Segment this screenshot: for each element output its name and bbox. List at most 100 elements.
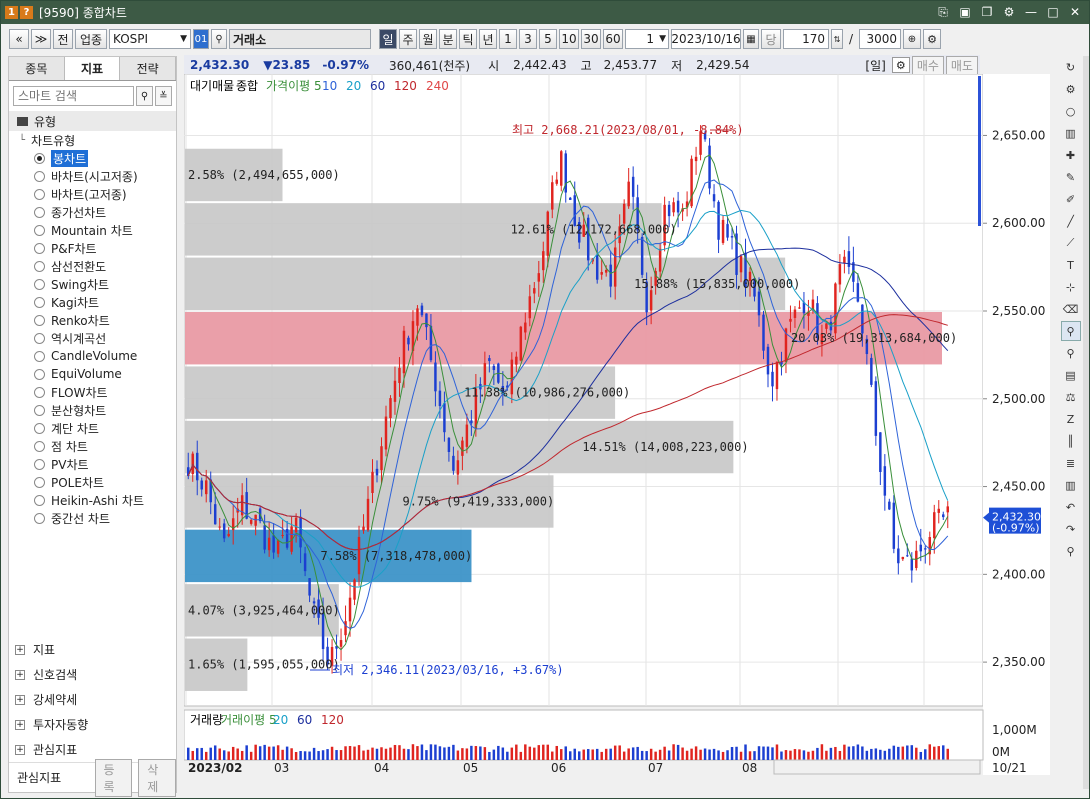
radio-icon[interactable] (34, 314, 45, 326)
help-badge[interactable]: ? (20, 6, 33, 19)
radio-icon[interactable] (34, 512, 45, 524)
period-month-button[interactable]: 월 (419, 29, 437, 49)
code-badge[interactable]: 01 (193, 29, 209, 49)
radio-icon[interactable] (34, 278, 45, 290)
radio-icon[interactable] (34, 368, 45, 380)
chart-type-item[interactable]: 바차트(고저종) (19, 185, 176, 203)
count-30-button[interactable]: 30 (581, 29, 601, 49)
chart-type-item[interactable]: FLOW차트 (19, 383, 176, 401)
expand-icon[interactable]: + (15, 669, 25, 680)
chart-type-item[interactable]: 중간선 차트 (19, 509, 176, 527)
chart-type-item[interactable]: 점 차트 (19, 437, 176, 455)
zoom-in-icon[interactable]: ⊕ (903, 29, 921, 49)
chart-type-item[interactable]: 삼선전환도 (19, 257, 176, 275)
chart-type-item[interactable]: 종가선차트 (19, 203, 176, 221)
crosshair-icon[interactable]: ✚ (1061, 145, 1081, 165)
bottom-section-item[interactable]: + 강세약세 (9, 687, 176, 712)
radio-icon[interactable] (34, 332, 45, 344)
radio-icon[interactable] (34, 152, 45, 164)
chart-icon[interactable]: ▤ (1061, 365, 1081, 385)
chart-type-item[interactable]: 바차트(시고저종) (19, 167, 176, 185)
undo-icon[interactable]: ↶ (1061, 497, 1081, 517)
tab-stocks[interactable]: 종목 (9, 57, 65, 80)
zoom-icon[interactable]: ⚲ (1061, 343, 1081, 363)
vertical-lines-icon[interactable]: ║ (1061, 431, 1081, 451)
type-section-header[interactable]: 유형 (9, 111, 176, 131)
tab-indicators[interactable]: 지표 (64, 57, 121, 80)
all-draw-icon[interactable]: ⊹ (1061, 277, 1081, 297)
gear-icon[interactable]: ⚙ (891, 57, 910, 73)
gear-icon[interactable]: ⚙ (1001, 4, 1017, 20)
radio-icon[interactable] (34, 260, 45, 272)
count-10-button[interactable]: 10 (559, 29, 579, 49)
minimize-icon[interactable]: — (1023, 4, 1039, 20)
chart-type-item[interactable]: PV차트 (19, 455, 176, 473)
bottom-section-item[interactable]: + 지표 (9, 637, 176, 662)
copy-icon[interactable]: ❐ (979, 4, 995, 20)
circle-icon[interactable]: ○ (1061, 101, 1081, 121)
sector-button[interactable]: 업종 (75, 29, 107, 49)
maximize-icon[interactable]: □ (1045, 4, 1061, 20)
count-5-button[interactable]: 5 (539, 29, 557, 49)
chevron-down-icon[interactable]: ≚ (155, 86, 172, 106)
date-input[interactable]: 2023/10/16 (671, 29, 741, 49)
radio-icon[interactable] (34, 206, 45, 218)
price-chart-svg[interactable]: 1.65% (1,595,055,000)4.07% (3,925,464,00… (183, 73, 1050, 775)
expand-icon[interactable]: + (15, 694, 25, 705)
gear-icon[interactable]: ⚙ (1061, 79, 1081, 99)
radio-icon[interactable] (34, 170, 45, 182)
link-icon[interactable]: ⎘ (935, 4, 951, 20)
radio-icon[interactable] (34, 242, 45, 254)
chart-type-item[interactable]: Heikin-Ashi 차트 (19, 491, 176, 509)
chart-type-item[interactable]: 계단 차트 (19, 419, 176, 437)
period-week-button[interactable]: 주 (399, 29, 417, 49)
save-icon[interactable]: ▣ (957, 4, 973, 20)
auto-line-icon[interactable]: ⟋ (1061, 233, 1081, 253)
chart-type-item[interactable]: Swing차트 (19, 275, 176, 293)
register-button[interactable]: 등록 (94, 758, 133, 797)
radio-icon[interactable] (34, 422, 45, 434)
all-button[interactable]: 전 (53, 29, 73, 49)
period-tick-button[interactable]: 틱 (459, 29, 477, 49)
view-count-input[interactable]: 170 (783, 29, 829, 49)
tab-strategy[interactable]: 전략 (120, 57, 177, 80)
stepper-icon[interactable]: ⇅ (831, 29, 843, 49)
bars-icon[interactable]: ▥ (1061, 475, 1081, 495)
pencil-icon[interactable]: ✎ (1061, 167, 1081, 187)
radio-icon[interactable] (34, 458, 45, 470)
chart-scroll-control[interactable] (773, 759, 981, 775)
sell-button[interactable]: 매도 (945, 55, 978, 75)
radio-icon[interactable] (34, 386, 45, 398)
bottom-section-item[interactable]: + 신호검색 (9, 662, 176, 687)
chart-type-item[interactable]: Renko차트 (19, 311, 176, 329)
chart-type-item[interactable]: 분산형차트 (19, 401, 176, 419)
redo-icon[interactable]: ↷ (1061, 519, 1081, 539)
chart-type-item[interactable]: 역시계곡선 (19, 329, 176, 347)
radio-icon[interactable] (34, 494, 45, 506)
z-icon[interactable]: Z (1061, 409, 1081, 429)
chart-type-item[interactable]: EquiVolume (19, 365, 176, 383)
expand-icon[interactable]: + (15, 744, 25, 755)
buy-button[interactable]: 매수 (911, 55, 944, 75)
chart-type-item[interactable]: POLE차트 (19, 473, 176, 491)
interval-spinner[interactable]: 1 ▼ (625, 29, 669, 49)
scale-icon[interactable]: ⚖ (1061, 387, 1081, 407)
radio-icon[interactable] (34, 440, 45, 452)
radio-icon[interactable] (34, 296, 45, 308)
vertical-scrollbar[interactable] (1083, 56, 1089, 789)
radio-icon[interactable] (34, 404, 45, 416)
eraser-icon[interactable]: ⌫ (1061, 299, 1081, 319)
bottom-section-item[interactable]: + 투자자동향 (9, 712, 176, 737)
pen-icon[interactable]: ✐ (1061, 189, 1081, 209)
refresh-icon[interactable]: ↻ (1061, 57, 1081, 77)
calendar-icon[interactable]: ▦ (743, 29, 759, 49)
search-icon[interactable]: ⚲ (211, 29, 227, 49)
count-60-button[interactable]: 60 (603, 29, 623, 49)
radio-icon[interactable] (34, 350, 45, 362)
bar-chart-icon[interactable]: ▥ (1061, 123, 1081, 143)
symbol-select[interactable]: KOSPI ▼ (109, 29, 191, 49)
text-icon[interactable]: T (1061, 255, 1081, 275)
radio-icon[interactable] (34, 188, 45, 200)
expand-icon[interactable]: + (15, 719, 25, 730)
tree-root[interactable]: └ 차트유형 (19, 131, 176, 149)
